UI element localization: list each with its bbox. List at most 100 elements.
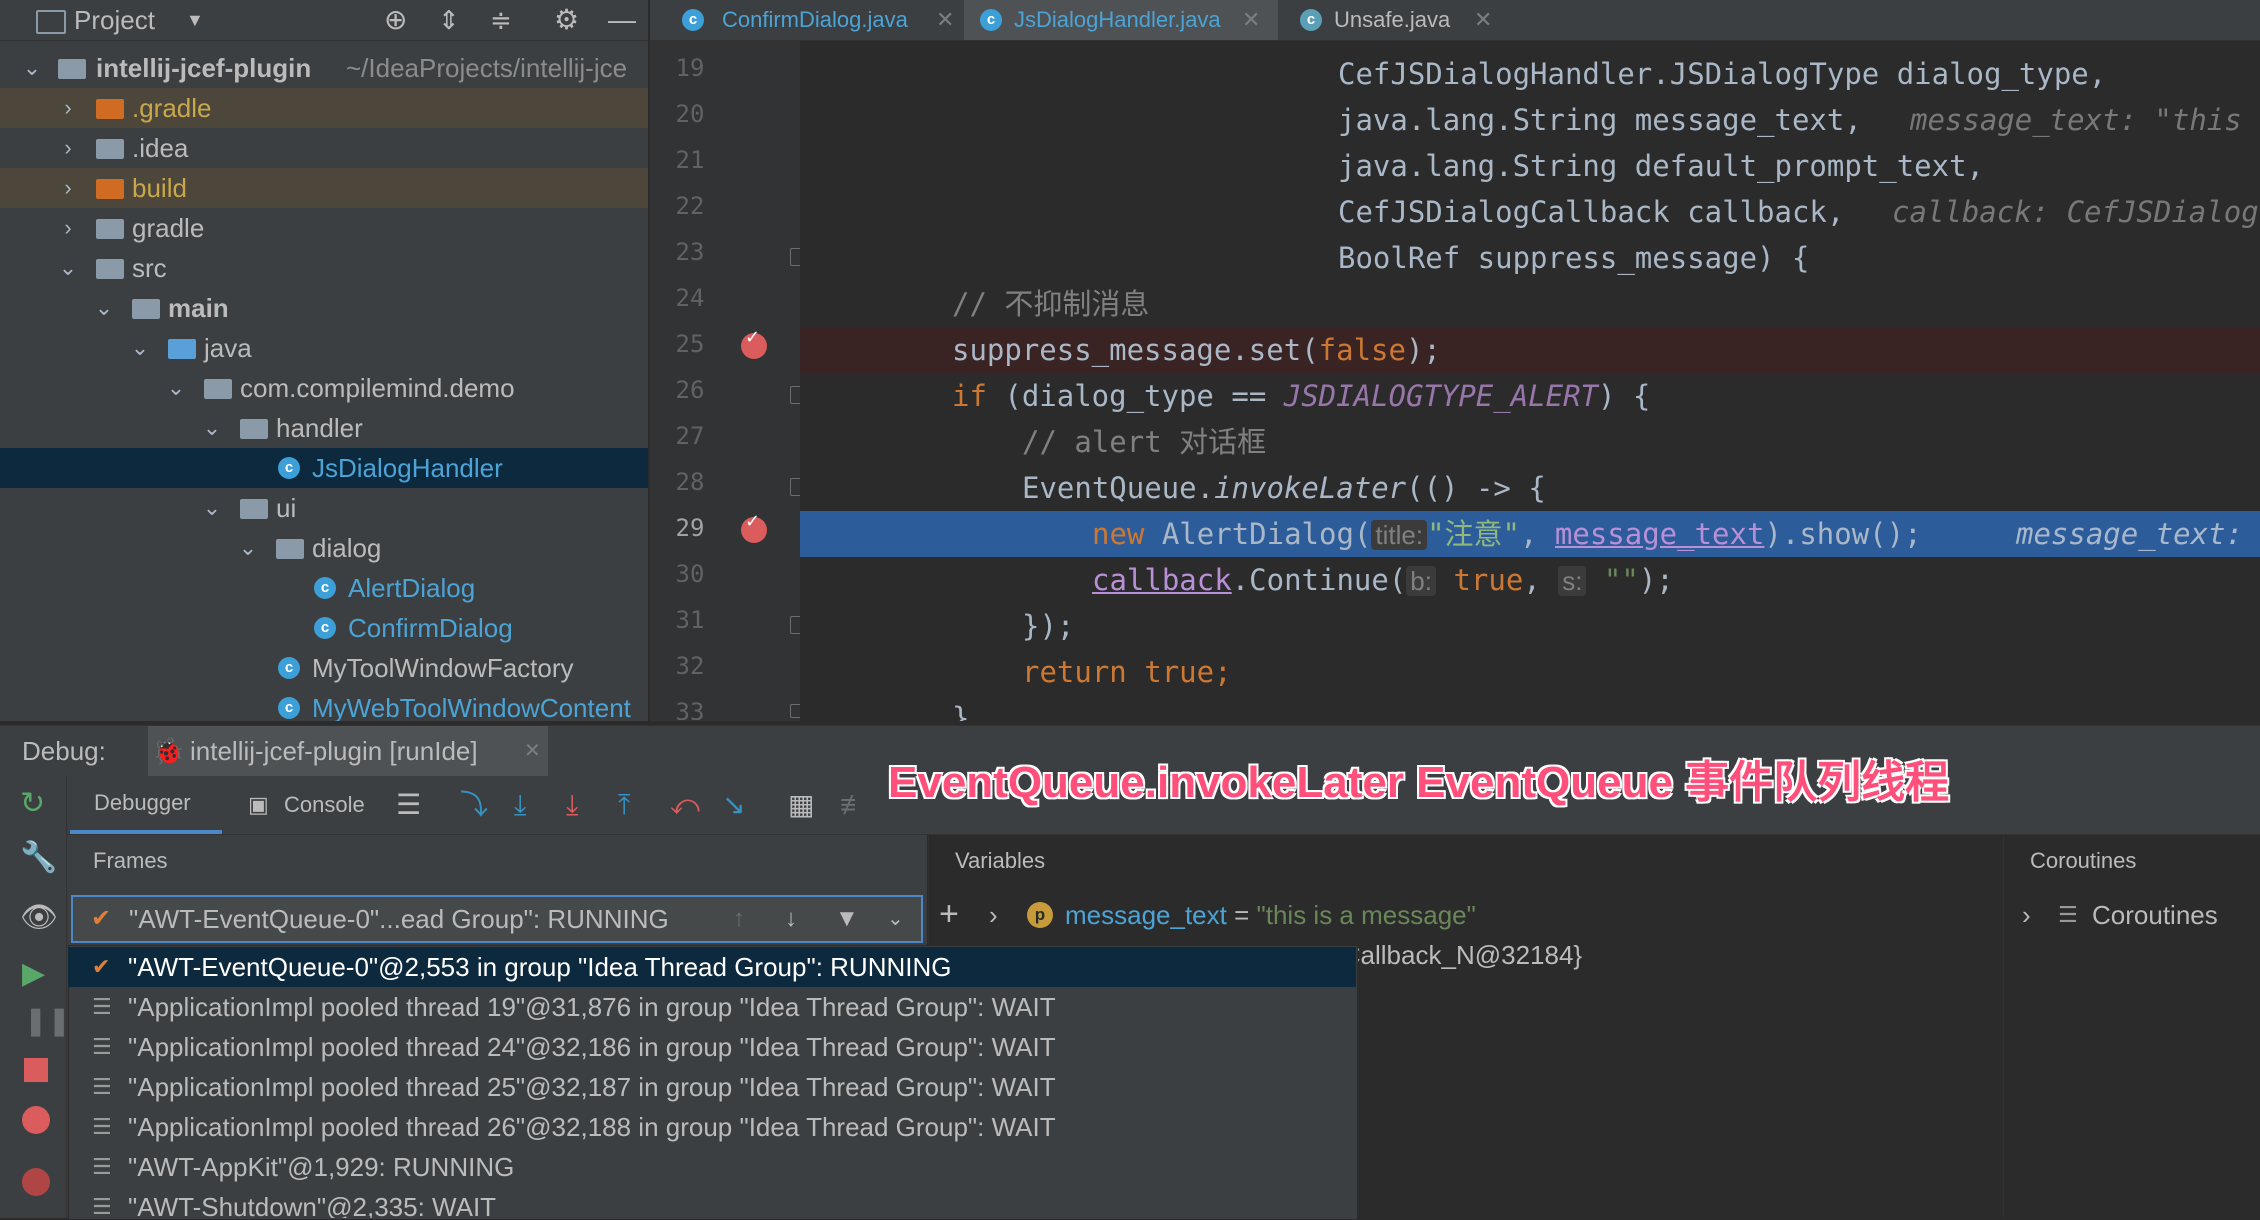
- thread-item[interactable]: ☰ "AWT-Shutdown"@2,335: WAIT: [68, 1187, 1356, 1218]
- bug-icon: 🐞: [152, 736, 185, 766]
- tab-debugger[interactable]: Debugger: [70, 776, 222, 834]
- project-panel-title[interactable]: Project: [74, 0, 155, 40]
- code-variable-link[interactable]: message_text: [1555, 517, 1765, 551]
- chevron-down-icon[interactable]: ⌄: [202, 488, 222, 528]
- chevron-right-icon[interactable]: ›: [58, 168, 78, 208]
- code-editor[interactable]: CefJSDialogHandler.JSDialogType dialog_t…: [800, 41, 2260, 721]
- close-icon[interactable]: ✕: [524, 726, 541, 776]
- show-execution-point-icon[interactable]: ⤵: [460, 776, 488, 834]
- expand-all-icon[interactable]: ⇕: [438, 0, 460, 40]
- thread-item[interactable]: ☰ "ApplicationImpl pooled thread 19"@31,…: [68, 987, 1356, 1027]
- tree-item-build[interactable]: › build: [0, 168, 648, 208]
- run-to-cursor-icon[interactable]: ↘: [722, 776, 745, 834]
- code-text: );: [1405, 333, 1441, 367]
- add-watch-icon[interactable]: +: [939, 895, 959, 934]
- collapse-all-icon[interactable]: ≑: [490, 0, 512, 40]
- tab-confirmdialog[interactable]: c ConfirmDialog.java ✕: [666, 0, 958, 40]
- tree-item-gradle-hidden[interactable]: › .gradle: [0, 88, 648, 128]
- chevron-right-icon[interactable]: ›: [58, 128, 78, 168]
- step-into-icon[interactable]: ⤓: [566, 776, 578, 834]
- drop-frame-icon[interactable]: ⤺: [670, 776, 700, 834]
- tree-item-mywebtoolwindowcontent[interactable]: c MyWebToolWindowContent: [0, 688, 648, 721]
- rerun-icon[interactable]: ↻: [20, 786, 45, 821]
- thread-item[interactable]: ✔ "AWT-EventQueue-0"@2,553 in group "Ide…: [68, 947, 1356, 987]
- tab-unsafe[interactable]: c Unsafe.java ✕: [1284, 0, 1514, 40]
- tree-item-confirmdialog[interactable]: c ConfirmDialog: [0, 608, 648, 648]
- chevron-down-icon[interactable]: ⌄: [22, 48, 42, 88]
- coroutines-icon: ☰: [2058, 902, 2078, 927]
- chevron-down-icon[interactable]: ⌄: [887, 897, 904, 941]
- thread-item[interactable]: ☰ "AWT-AppKit"@1,929: RUNNING: [68, 1147, 1356, 1187]
- pause-icon[interactable]: ❚❚: [24, 1004, 71, 1037]
- close-icon[interactable]: ✕: [936, 0, 954, 40]
- gear-icon[interactable]: ⚙: [554, 0, 579, 40]
- thread-item[interactable]: ☰ "ApplicationImpl pooled thread 24"@32,…: [68, 1027, 1356, 1067]
- view-breakpoints-icon[interactable]: [22, 1106, 50, 1134]
- wrench-icon[interactable]: 🔧: [20, 840, 57, 875]
- project-dropdown-icon[interactable]: ▼: [186, 0, 204, 40]
- code-variable-link[interactable]: callback: [1092, 563, 1232, 597]
- mute-breakpoints-icon[interactable]: [22, 1168, 50, 1196]
- step-out-icon[interactable]: ⤒: [618, 776, 630, 834]
- close-icon[interactable]: ✕: [1474, 0, 1492, 40]
- filter-icon[interactable]: ▼: [835, 897, 859, 941]
- tree-item-main[interactable]: ⌄ main: [0, 288, 648, 328]
- tab-console[interactable]: ▣ Console: [236, 776, 376, 834]
- project-view-icon[interactable]: [36, 10, 66, 34]
- coroutines-item[interactable]: › ☰ Coroutines: [2022, 895, 2252, 935]
- code-text: ,: [1519, 517, 1555, 551]
- chevron-right-icon[interactable]: ›: [989, 895, 998, 935]
- thread-label: "AWT-Shutdown"@2,335: WAIT: [128, 1192, 497, 1218]
- code-text: ,: [1523, 563, 1559, 597]
- chevron-down-icon[interactable]: ⌄: [58, 248, 78, 288]
- chevron-right-icon[interactable]: ›: [58, 208, 78, 248]
- tree-item-gradle[interactable]: › gradle: [0, 208, 648, 248]
- variable-row[interactable]: › p message_text = "this is a message": [989, 895, 1989, 935]
- tree-item-label: dialog: [312, 533, 382, 563]
- line-number: 19: [675, 54, 705, 82]
- eye-icon[interactable]: 👁: [20, 900, 58, 935]
- trace-icon[interactable]: ≢: [840, 776, 868, 834]
- tree-item-dialog[interactable]: ⌄ dialog: [0, 528, 648, 568]
- chevron-down-icon[interactable]: ⌄: [238, 528, 258, 568]
- chevron-right-icon[interactable]: ›: [2022, 895, 2031, 935]
- line-number: 33: [675, 698, 705, 720]
- close-icon[interactable]: ✕: [1242, 0, 1260, 40]
- tree-item-ui[interactable]: ⌄ ui: [0, 488, 648, 528]
- chevron-down-icon[interactable]: ⌄: [130, 328, 150, 368]
- tree-item-package[interactable]: ⌄ com.compilemind.demo: [0, 368, 648, 408]
- tree-item-mytoolwindowfactory[interactable]: c MyToolWindowFactory: [0, 648, 648, 688]
- chevron-down-icon[interactable]: ⌄: [202, 408, 222, 448]
- chevron-down-icon[interactable]: ⌄: [166, 368, 186, 408]
- hide-icon[interactable]: —: [608, 0, 636, 40]
- thread-selector[interactable]: ✔ "AWT-EventQueue-0"...ead Group": RUNNI…: [71, 895, 923, 943]
- arrow-up-icon[interactable]: ↑: [733, 897, 745, 941]
- thread-item[interactable]: ☰ "ApplicationImpl pooled thread 26"@32,…: [68, 1107, 1356, 1147]
- tree-item-java[interactable]: ⌄ java: [0, 328, 648, 368]
- step-over-icon[interactable]: ⤓: [514, 776, 526, 834]
- tree-item-src[interactable]: ⌄ src: [0, 248, 648, 288]
- breakpoint-icon[interactable]: [741, 511, 767, 543]
- tree-item-project-root[interactable]: ⌄ intellij-jcef-plugin ~/IdeaProjects/in…: [0, 48, 648, 88]
- line-number: 31: [675, 606, 705, 634]
- chevron-down-icon[interactable]: ⌄: [94, 288, 114, 328]
- coroutines-panel: Coroutines › ☰ Coroutines: [2003, 835, 2260, 1218]
- class-icon: c: [682, 9, 704, 31]
- tree-item-alertdialog[interactable]: c AlertDialog: [0, 568, 648, 608]
- resume-icon[interactable]: ▶: [22, 956, 45, 991]
- tree-item-handler[interactable]: ⌄ handler: [0, 408, 648, 448]
- layout-icon[interactable]: ☰: [396, 776, 421, 834]
- class-icon: c: [314, 577, 336, 599]
- evaluate-expression-icon[interactable]: ▦: [788, 776, 814, 834]
- chevron-right-icon[interactable]: ›: [58, 88, 78, 128]
- tree-item-jsdialoghandler[interactable]: c JsDialogHandler: [0, 448, 648, 488]
- stop-icon[interactable]: [24, 1058, 48, 1082]
- locate-icon[interactable]: ⊕: [384, 0, 407, 40]
- tab-jsdialoghandler[interactable]: c JsDialogHandler.java ✕: [964, 0, 1278, 40]
- variable-eq: =: [1226, 900, 1257, 930]
- thread-item[interactable]: ☰ "ApplicationImpl pooled thread 25"@32,…: [68, 1067, 1356, 1107]
- run-config-label: intellij-jcef-plugin [runIde]: [190, 736, 478, 766]
- breakpoint-icon[interactable]: [741, 327, 767, 359]
- arrow-down-icon[interactable]: ↓: [785, 897, 797, 941]
- tree-item-idea[interactable]: › .idea: [0, 128, 648, 168]
